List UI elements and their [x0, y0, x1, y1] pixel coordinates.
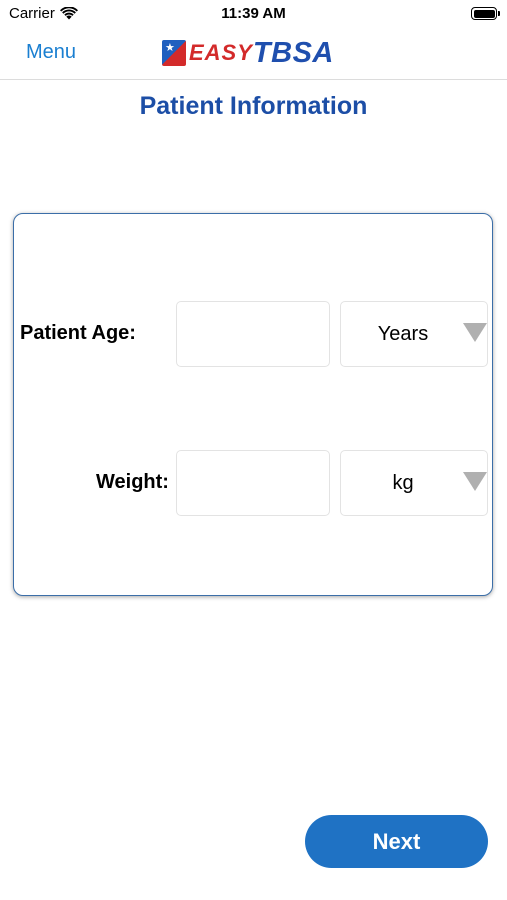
- battery-icon: [471, 7, 500, 20]
- status-bar: Carrier 11:39 AM: [0, 0, 507, 28]
- logo-tbsa-text: TBSA: [252, 36, 334, 69]
- weight-unit-value: kg: [392, 472, 414, 494]
- patient-age-label: Patient Age:: [20, 322, 136, 344]
- status-time: 11:39 AM: [221, 5, 286, 22]
- flag-icon: [162, 40, 186, 66]
- navigation-bar: Menu EASY TBSA: [0, 28, 507, 80]
- weight-unit-select[interactable]: kg: [340, 450, 488, 516]
- menu-button[interactable]: Menu: [26, 41, 76, 64]
- age-unit-select[interactable]: Years: [340, 301, 488, 367]
- logo-easy-text: EASY: [189, 40, 253, 65]
- age-unit-value: Years: [377, 323, 429, 345]
- patient-age-input[interactable]: [176, 301, 330, 367]
- next-button[interactable]: Next: [305, 815, 488, 868]
- weight-label: Weight:: [96, 471, 169, 493]
- weight-input[interactable]: [176, 450, 330, 516]
- dropdown-arrow-icon: [463, 472, 487, 491]
- dropdown-arrow-icon: [463, 323, 487, 342]
- patient-info-card: Patient Age: Years Weight: kg: [13, 213, 493, 596]
- app-logo: EASY TBSA: [162, 36, 334, 69]
- page-title: Patient Information: [139, 92, 368, 120]
